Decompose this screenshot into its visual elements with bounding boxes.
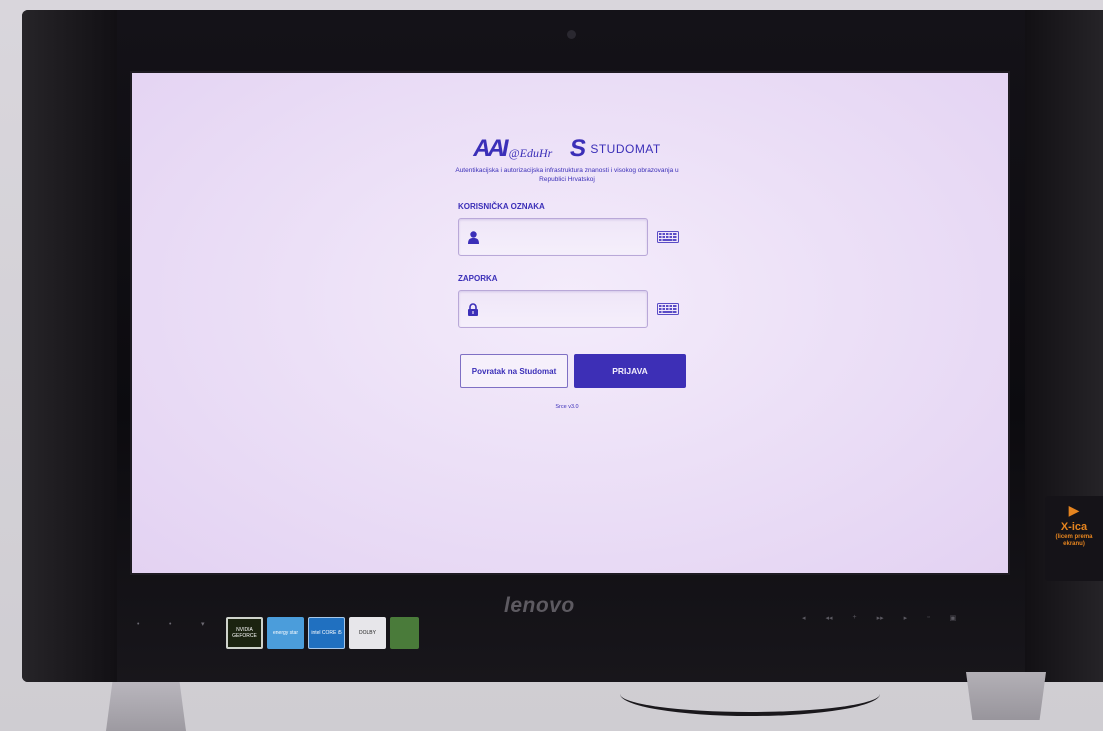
x-ica-note: (licem prema ekranu) [1055, 534, 1093, 547]
user-icon [468, 230, 479, 244]
play-arrow-icon: ▶ [1068, 502, 1080, 518]
login-button[interactable]: PRIJAVA [574, 354, 686, 388]
keyboard-icon[interactable] [657, 231, 679, 243]
intel-sticker: intel CORE i5 [308, 617, 345, 649]
aai-logo-text: @EduHr [508, 146, 553, 160]
aai-mark: AAI [473, 135, 508, 162]
touch-control-icon[interactable]: ▣ [950, 614, 957, 622]
studomat-logo: S STUDOMAT [568, 135, 661, 163]
version-text: Srce v3.0 [555, 404, 579, 410]
monitor-frame: AAI @EduHr S STUDOMAT Autentikacijska i … [22, 10, 1103, 682]
aai-eduhr-logo: AAI @EduHr [473, 135, 552, 163]
touch-control-icon[interactable]: ▫ [927, 614, 929, 622]
touch-control-dot[interactable]: ▾ [201, 621, 207, 628]
subtitle: Autentikacijska i autorizacijska infrast… [455, 167, 679, 183]
green-sticker [390, 617, 419, 649]
keyboard-icon[interactable] [657, 303, 679, 315]
lock-icon [468, 302, 478, 316]
bezel-right [1025, 10, 1103, 682]
password-label: ZAPORKA [458, 274, 498, 283]
touch-control-dot[interactable]: • [137, 621, 143, 628]
touch-control-icon[interactable]: ▸▸ [877, 614, 884, 622]
bezel-left [22, 10, 117, 682]
touch-control-icon[interactable]: ◂ [802, 614, 806, 622]
username-label: KORISNIČKA OZNAKA [458, 202, 545, 211]
dolby-sticker: DOLBY [349, 617, 386, 649]
touch-controls-right: ◂ ◂◂ + ▸▸ ▸ ▫ ▣ [802, 614, 956, 622]
back-to-studomat-button[interactable]: Povratak na Studomat [460, 354, 568, 388]
webcam [567, 30, 576, 39]
button-row: Povratak na Studomat PRIJAVA [460, 354, 692, 388]
username-row [458, 218, 692, 256]
x-ica-title: X-ica [1060, 521, 1088, 533]
logo-row: AAI @EduHr S STUDOMAT [442, 133, 692, 165]
username-input[interactable] [485, 230, 647, 244]
touch-control-icon[interactable]: ▸ [904, 614, 908, 622]
x-ica-card-reader[interactable]: ▶ X-ica (licem prema ekranu) [1045, 496, 1103, 581]
touch-control-dot[interactable]: • [169, 621, 175, 628]
touch-control-icon[interactable]: + [853, 614, 857, 622]
password-row [458, 290, 692, 328]
password-input[interactable] [484, 302, 647, 316]
nvidia-sticker: NVIDIA GEFORCE [226, 617, 263, 649]
cable [620, 672, 880, 716]
sticker-row: NVIDIA GEFORCE energy star intel CORE i5… [226, 617, 419, 649]
login-form: AAI @EduHr S STUDOMAT Autentikacijska i … [442, 133, 692, 410]
screen: AAI @EduHr S STUDOMAT Autentikacijska i … [132, 73, 1008, 573]
studomat-s-mark: S [568, 135, 589, 162]
lenovo-logo: lenovo [504, 594, 575, 617]
password-field[interactable] [458, 290, 648, 328]
touch-controls-left: • • ▾ · [137, 621, 239, 628]
stand-left [106, 682, 186, 731]
username-field[interactable] [458, 218, 648, 256]
studomat-logo-text: STUDOMAT [590, 142, 661, 156]
touch-control-icon[interactable]: ◂◂ [826, 614, 833, 622]
energy-star-sticker: energy star [267, 617, 304, 649]
stand-right [966, 672, 1046, 720]
